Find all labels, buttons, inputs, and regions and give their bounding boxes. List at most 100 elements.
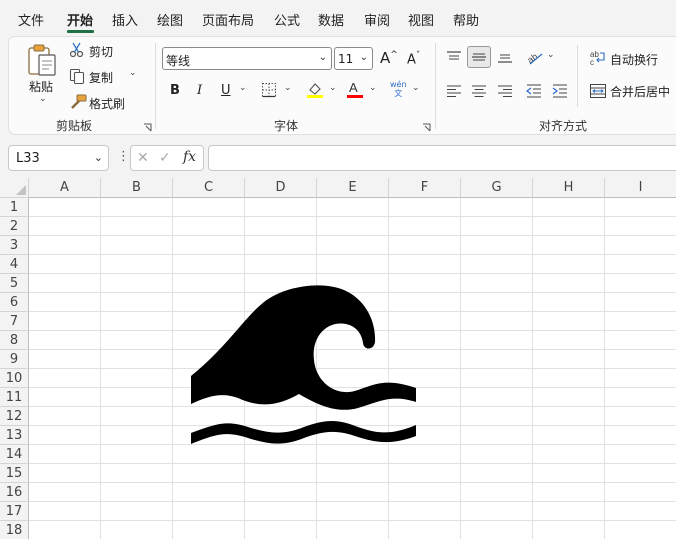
align-right-icon[interactable] bbox=[497, 83, 513, 99]
increase-font-size-icon[interactable]: A^ bbox=[380, 49, 398, 67]
clipboard-group-label: 剪贴板 bbox=[56, 119, 93, 133]
increase-indent-icon[interactable] bbox=[552, 83, 568, 99]
menu-draw[interactable]: 绘图 bbox=[157, 10, 183, 29]
menu-home[interactable]: 开始 bbox=[67, 10, 93, 29]
font-name-select[interactable]: 等线 ⌄ bbox=[162, 47, 332, 70]
font-group-label: 字体 bbox=[274, 119, 299, 133]
cut-button[interactable]: 剪切 bbox=[89, 43, 113, 60]
column-header[interactable]: A bbox=[29, 178, 101, 198]
row-header[interactable]: 3 bbox=[0, 236, 29, 255]
row-header[interactable]: 9 bbox=[0, 350, 29, 369]
phonetic-dropdown-chevron-icon[interactable]: ⌄ bbox=[412, 83, 420, 93]
name-box[interactable]: L33 ⌄ bbox=[8, 145, 109, 171]
font-color-dropdown-chevron-icon[interactable]: ⌄ bbox=[369, 83, 377, 93]
wrap-text-icon[interactable]: ab c bbox=[589, 49, 607, 67]
align-left-icon[interactable] bbox=[446, 83, 462, 99]
wrap-text-button[interactable]: 自动换行 bbox=[610, 51, 658, 68]
row-header[interactable]: 15 bbox=[0, 464, 29, 483]
merge-center-icon[interactable] bbox=[589, 82, 607, 100]
row-header[interactable]: 17 bbox=[0, 502, 29, 521]
font-size-select[interactable]: 11 ⌄ bbox=[334, 47, 373, 70]
copy-icon[interactable] bbox=[69, 68, 85, 85]
menu-formulas[interactable]: 公式 bbox=[274, 10, 300, 29]
menu-view[interactable]: 视图 bbox=[408, 10, 434, 29]
formula-input[interactable] bbox=[208, 145, 676, 171]
row-header[interactable]: 2 bbox=[0, 217, 29, 236]
merge-center-button[interactable]: 合并后居中 bbox=[610, 83, 670, 100]
column-header[interactable]: I bbox=[605, 178, 676, 198]
column-header[interactable]: B bbox=[101, 178, 173, 198]
clipboard-launcher-icon[interactable] bbox=[143, 121, 152, 132]
align-middle-button[interactable] bbox=[467, 46, 491, 68]
menu-page-layout[interactable]: 页面布局 bbox=[202, 10, 254, 29]
align-center-icon[interactable] bbox=[471, 83, 487, 99]
column-header[interactable]: G bbox=[461, 178, 533, 198]
phonetic-bottom-text: 文 bbox=[394, 89, 403, 98]
copy-button[interactable]: 复制 bbox=[89, 69, 113, 86]
decrease-indent-icon[interactable] bbox=[526, 83, 542, 99]
fill-color-icon[interactable] bbox=[306, 81, 324, 99]
italic-button[interactable]: I bbox=[197, 83, 202, 98]
row-header[interactable]: 11 bbox=[0, 388, 29, 407]
fill-color-dropdown-chevron-icon[interactable]: ⌄ bbox=[329, 83, 337, 93]
align-bottom-icon[interactable] bbox=[497, 49, 513, 65]
row-header[interactable]: 7 bbox=[0, 312, 29, 331]
fill-color-swatch bbox=[307, 95, 323, 98]
paste-icon[interactable] bbox=[27, 43, 59, 77]
row-header[interactable]: 8 bbox=[0, 331, 29, 350]
phonetic-guide-icon[interactable]: wén 文 bbox=[390, 80, 407, 98]
column-header[interactable]: E bbox=[317, 178, 389, 198]
paste-button[interactable]: 粘贴 bbox=[29, 78, 53, 95]
row-header[interactable]: 13 bbox=[0, 426, 29, 445]
menu-insert[interactable]: 插入 bbox=[112, 10, 138, 29]
menu-file[interactable]: 文件 bbox=[18, 10, 44, 29]
column-header[interactable]: C bbox=[173, 178, 245, 198]
decrease-font-size-icon[interactable]: Aˇ bbox=[407, 51, 420, 67]
phonetic-top-text: wén bbox=[390, 80, 407, 89]
column-header[interactable]: F bbox=[389, 178, 461, 198]
font-launcher-icon[interactable] bbox=[422, 121, 431, 132]
row-header[interactable]: 1 bbox=[0, 198, 29, 217]
row-header[interactable]: 4 bbox=[0, 255, 29, 274]
select-all-corner[interactable] bbox=[0, 178, 29, 198]
underline-button[interactable]: U bbox=[221, 83, 231, 98]
sheet-grid[interactable]: A B C D E F G H I 1 2 3 4 5 6 7 8 9 10 1… bbox=[0, 178, 676, 539]
chevron-down-icon: ⌄ bbox=[318, 52, 327, 63]
font-color-icon[interactable]: A bbox=[346, 79, 364, 99]
enter-icon[interactable]: ✓ bbox=[159, 150, 171, 166]
insert-function-button[interactable]: fx bbox=[183, 149, 196, 165]
underline-dropdown-chevron-icon[interactable]: ⌄ bbox=[239, 83, 247, 93]
gridline bbox=[29, 520, 676, 521]
orientation-icon[interactable]: ab bbox=[525, 48, 544, 66]
row-header[interactable]: 14 bbox=[0, 445, 29, 464]
column-header[interactable]: H bbox=[533, 178, 605, 198]
menu-bar: 文件 开始 插入 绘图 页面布局 公式 数据 审阅 视图 帮助 bbox=[0, 0, 676, 36]
row-header[interactable]: 18 bbox=[0, 521, 29, 539]
menu-help[interactable]: 帮助 bbox=[453, 10, 479, 29]
svg-text:A: A bbox=[349, 80, 358, 95]
copy-dropdown-chevron-icon[interactable]: ⌄ bbox=[129, 68, 137, 78]
row-header[interactable]: 6 bbox=[0, 293, 29, 312]
svg-text:c: c bbox=[590, 58, 594, 67]
bold-button[interactable]: B bbox=[170, 83, 180, 98]
align-top-icon[interactable] bbox=[446, 49, 462, 65]
row-header[interactable]: 10 bbox=[0, 369, 29, 388]
borders-icon[interactable] bbox=[261, 82, 277, 98]
format-painter-icon[interactable] bbox=[69, 94, 87, 110]
cut-icon[interactable] bbox=[69, 42, 85, 58]
alignment-group-label: 对齐方式 bbox=[539, 119, 588, 133]
gridline bbox=[29, 463, 676, 464]
cancel-icon[interactable]: ✕ bbox=[137, 150, 149, 166]
column-header[interactable]: D bbox=[245, 178, 317, 198]
water-wave-icon[interactable] bbox=[186, 282, 420, 462]
more-options-icon[interactable]: ⋮ bbox=[117, 149, 130, 164]
borders-dropdown-chevron-icon[interactable]: ⌄ bbox=[284, 83, 292, 93]
format-painter-button[interactable]: 格式刷 bbox=[89, 95, 125, 112]
menu-data[interactable]: 数据 bbox=[318, 10, 344, 29]
row-header[interactable]: 12 bbox=[0, 407, 29, 426]
paste-dropdown-chevron-icon[interactable]: ⌄ bbox=[39, 94, 47, 104]
row-header[interactable]: 16 bbox=[0, 483, 29, 502]
orientation-dropdown-chevron-icon[interactable]: ⌄ bbox=[547, 50, 555, 60]
menu-review[interactable]: 审阅 bbox=[364, 10, 390, 29]
row-header[interactable]: 5 bbox=[0, 274, 29, 293]
